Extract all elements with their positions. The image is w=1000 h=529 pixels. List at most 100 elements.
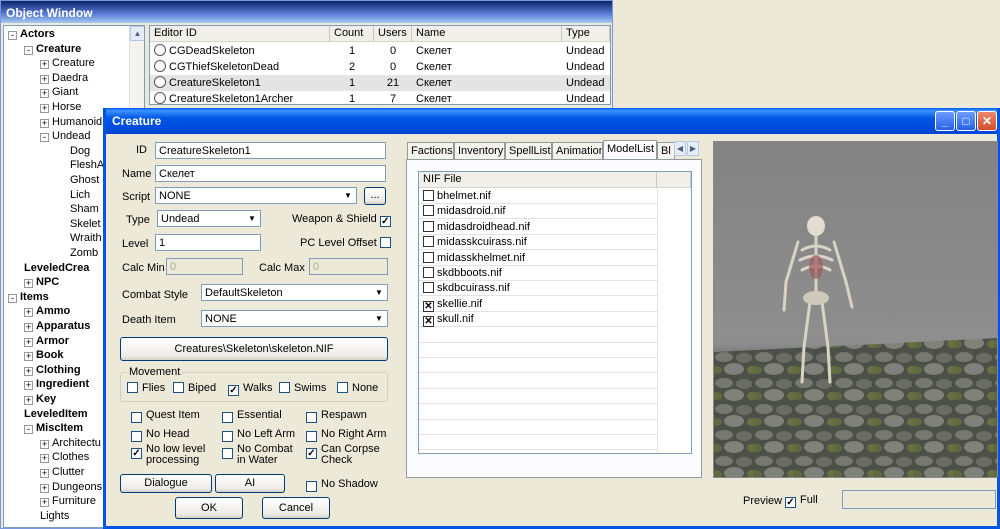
tree-node[interactable]: + Architectu (40, 436, 101, 450)
tree-node[interactable]: + Ingredient (24, 377, 89, 391)
tree-node[interactable]: + Dungeons (40, 480, 102, 494)
tree-node[interactable]: Sham (56, 202, 99, 216)
tree-node[interactable]: Zomb (56, 246, 98, 260)
nif-header-extra[interactable] (657, 172, 691, 188)
combat-style-dropdown[interactable]: DefaultSkeleton ▼ (201, 284, 388, 301)
flag-checkbox[interactable]: Respawn (306, 408, 367, 423)
id-field[interactable]: CreatureSkeleton1 (155, 142, 386, 159)
expand-icon[interactable]: + (24, 352, 33, 362)
tab-bl[interactable]: Bl (657, 142, 675, 159)
tree-node[interactable]: + Ammo (24, 304, 70, 318)
scroll-up-icon[interactable]: ▲ (130, 26, 144, 41)
checkbox-icon[interactable] (222, 412, 233, 423)
checkbox-icon[interactable] (423, 251, 434, 263)
level-field[interactable]: 1 (155, 234, 261, 251)
calc-max-field[interactable]: 0 (309, 258, 388, 275)
movement-flies-checkbox[interactable]: Flies (127, 382, 165, 394)
tree-node[interactable]: + Clothing (24, 363, 81, 377)
checkbox-icon[interactable]: ✕ (423, 300, 434, 312)
tree-node[interactable]: Dog (56, 144, 90, 158)
checkbox-icon[interactable] (306, 481, 317, 492)
column-header[interactable]: Users (374, 26, 412, 42)
flag-checkbox[interactable]: No Right Arm (306, 427, 386, 442)
checkbox-icon[interactable]: ✓ (131, 448, 142, 459)
flag-checkbox[interactable]: No Shadow (306, 477, 378, 492)
expand-icon[interactable]: + (24, 308, 33, 318)
tree-node[interactable]: + Key (24, 392, 56, 406)
checkbox-icon[interactable]: ✓ (785, 497, 796, 508)
death-item-dropdown[interactable]: NONE ▼ (201, 310, 388, 327)
checkbox-icon[interactable]: ✓ (379, 216, 391, 227)
checkbox-icon[interactable] (306, 412, 317, 423)
expand-icon[interactable]: + (40, 469, 49, 478)
collapse-icon[interactable]: - (8, 31, 17, 40)
nif-file-item[interactable]: skdbboots.nif (419, 266, 657, 281)
tab-scroll-right-icon[interactable]: ▶ (687, 141, 699, 156)
ok-button[interactable]: OK (175, 497, 243, 519)
tree-node[interactable]: + Daedra (40, 71, 88, 85)
nif-file-item[interactable]: skdbcuirass.nif (419, 281, 657, 297)
tree-node[interactable]: + NPC (24, 275, 59, 289)
tab-modellist[interactable]: ModelList (603, 140, 657, 159)
checkbox-icon[interactable] (173, 382, 184, 393)
checkbox-icon[interactable] (222, 448, 233, 459)
checkbox-icon[interactable] (423, 220, 434, 232)
checkbox-icon[interactable]: ✓ (228, 385, 239, 396)
checkbox-icon[interactable] (423, 190, 434, 201)
tree-node[interactable]: Lich (56, 188, 90, 202)
column-header[interactable]: Editor ID (150, 26, 330, 42)
checkbox-icon[interactable] (423, 236, 434, 248)
expand-icon[interactable]: + (40, 439, 49, 449)
tree-node[interactable]: + Humanoid (40, 115, 102, 129)
tab-factions[interactable]: Factions (407, 142, 454, 159)
flag-checkbox[interactable]: No Head (131, 427, 189, 442)
checkbox-icon[interactable] (337, 382, 348, 393)
flag-checkbox[interactable]: No Left Arm (222, 427, 295, 442)
script-browse-button[interactable]: ... (364, 187, 386, 205)
minimize-icon[interactable]: _ (935, 111, 955, 131)
checkbox-icon[interactable] (279, 382, 290, 393)
checkbox-icon[interactable] (222, 431, 233, 442)
nif-header[interactable]: NIF File (419, 172, 657, 188)
expand-icon[interactable]: + (40, 89, 49, 99)
checkbox-icon[interactable] (306, 431, 317, 442)
flag-checkbox[interactable]: ✓ No low level processing (131, 444, 205, 466)
tree-node[interactable]: - Creature (24, 42, 81, 56)
nif-file-list[interactable]: NIF File bhelmet.nif midasdroid.nif midasd… (418, 171, 692, 454)
tab-animation[interactable]: Animation (552, 142, 603, 159)
flag-checkbox[interactable]: Quest Item (131, 408, 200, 423)
ai-button[interactable]: AI (215, 474, 285, 493)
tab-scroll-left-icon[interactable]: ◀ (674, 141, 686, 156)
maximize-icon[interactable]: □ (956, 111, 976, 131)
tree-node[interactable]: - Undead (40, 129, 91, 143)
column-header[interactable]: Name (412, 26, 562, 42)
checkbox-icon[interactable] (131, 412, 142, 423)
nif-file-item[interactable]: bhelmet.nif (419, 189, 657, 204)
tree-node[interactable]: - Items (8, 290, 49, 304)
movement-swims-checkbox[interactable]: Swims (279, 382, 326, 394)
close-icon[interactable]: ✕ (977, 111, 997, 131)
movement-biped-checkbox[interactable]: Biped (173, 382, 216, 394)
model-preview[interactable] (713, 141, 998, 478)
expand-icon[interactable]: + (40, 498, 49, 508)
checkbox-icon[interactable] (379, 237, 391, 248)
column-header[interactable]: Type (562, 26, 610, 42)
tree-node[interactable]: Skelet (56, 217, 101, 231)
tree-node[interactable]: FleshA (56, 158, 104, 172)
nif-file-item[interactable]: ✕ skull.nif (419, 312, 657, 328)
tree-node[interactable]: + Book (24, 348, 64, 362)
expand-icon[interactable]: + (24, 381, 33, 391)
dialogue-button[interactable]: Dialogue (120, 474, 212, 493)
expand-icon[interactable]: + (24, 396, 33, 405)
collapse-icon[interactable]: - (40, 133, 49, 143)
expand-icon[interactable]: + (40, 454, 49, 464)
checkbox-icon[interactable] (423, 282, 434, 294)
tree-node[interactable]: + Clutter (40, 465, 84, 479)
nif-file-item[interactable]: midasdroid.nif (419, 204, 657, 220)
expand-icon[interactable]: + (40, 60, 49, 70)
tree-node[interactable]: + Apparatus (24, 319, 90, 333)
cancel-button[interactable]: Cancel (262, 497, 330, 519)
expand-icon[interactable]: + (24, 323, 33, 332)
nif-file-item[interactable]: ✕ skellie.nif (419, 297, 657, 312)
tree-node[interactable]: LeveledItem (24, 407, 88, 421)
